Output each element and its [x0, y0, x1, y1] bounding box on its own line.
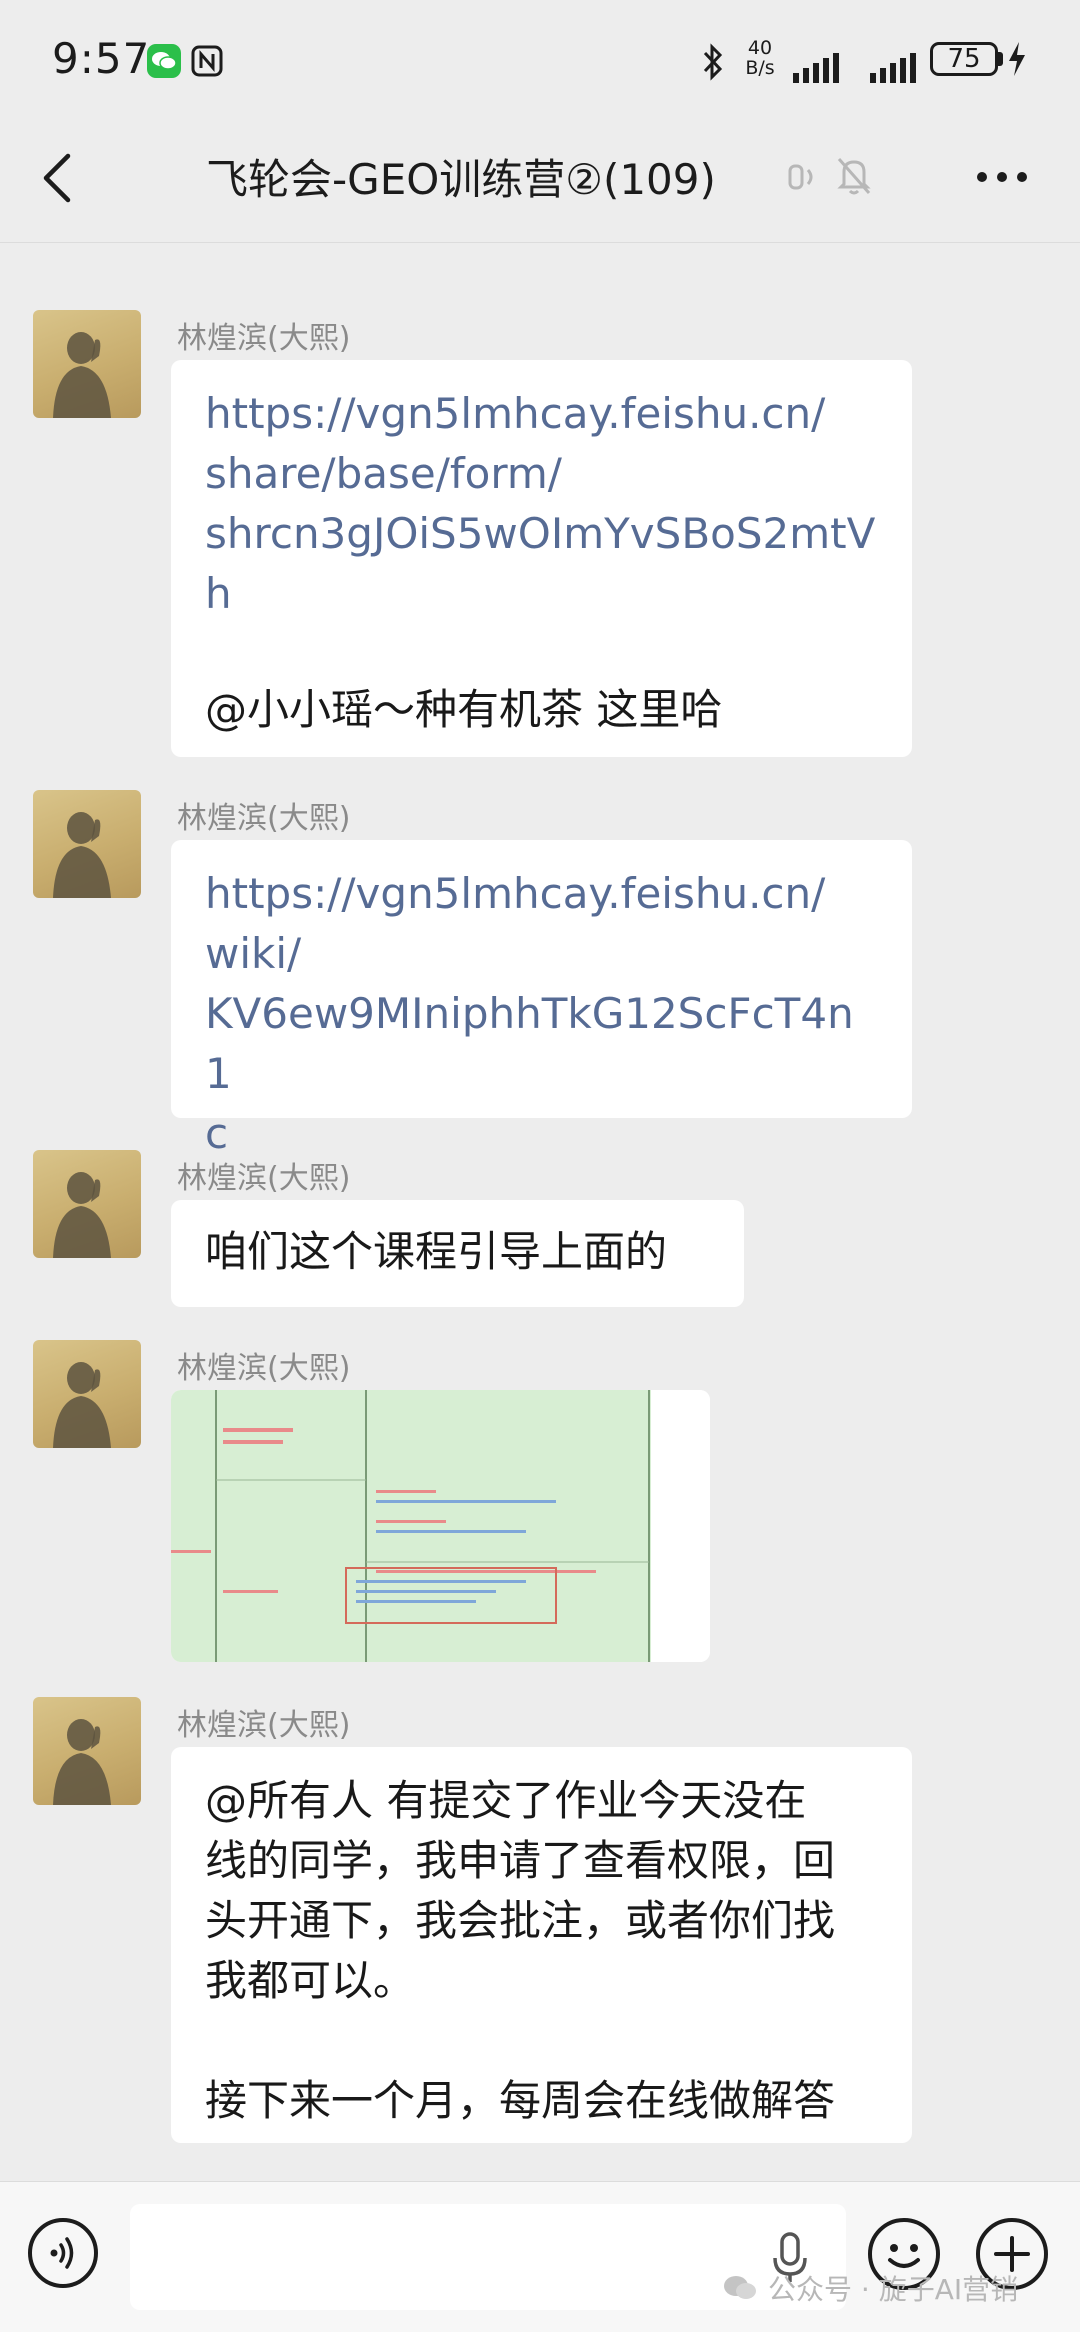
signal-strength-icon-2 — [870, 53, 916, 83]
sender-avatar[interactable] — [33, 310, 141, 418]
image-message[interactable] — [171, 1390, 710, 1662]
message-link[interactable]: https://vgn5lmhcay.feishu.cn/ share/base… — [205, 384, 878, 624]
status-bar: 9:57 40 B/s 75 — [0, 0, 1080, 120]
nfc-icon — [190, 44, 224, 78]
sender-avatar[interactable] — [33, 1150, 141, 1258]
bell-mute-icon — [837, 158, 871, 195]
message-text: @小小瑶～种有机茶 这里哈 — [205, 685, 723, 734]
message-text-line: 我都可以。 — [205, 1956, 416, 2005]
sender-name: 林煌滨(大熙) — [177, 1708, 351, 1743]
bluetooth-icon — [703, 43, 723, 81]
chat-title: 飞轮会-GEO训练营②(109) — [206, 155, 716, 204]
message-text-line: 线的同学，我申请了查看权限，回 — [205, 1836, 836, 1885]
message-text-line: 头开通下，我会批注，或者你们找 — [205, 1896, 836, 1945]
signal-strength-icon — [793, 53, 839, 83]
message-text-line: @所有人 有提交了作业今天没在 — [205, 1776, 807, 1825]
message-bubble[interactable]: 咱们这个课程引导上面的 — [171, 1200, 744, 1307]
earpiece-icon — [788, 164, 813, 190]
sender-name: 林煌滨(大熙) — [177, 801, 351, 836]
battery-tip — [998, 52, 1003, 66]
chevron-left-icon[interactable] — [38, 150, 78, 206]
message-text: 咱们这个课程引导上面的 — [205, 1227, 668, 1276]
voice-input-toggle[interactable] — [28, 2218, 98, 2288]
wechat-notification-icon — [147, 44, 181, 78]
message-link[interactable]: https://vgn5lmhcay.feishu.cn/ wiki/ KV6e… — [205, 864, 878, 1164]
message-bubble[interactable]: @所有人 有提交了作业今天没在 线的同学，我申请了查看权限，回 头开通下，我会批… — [171, 1747, 912, 2143]
wechat-logo-icon — [724, 2276, 756, 2299]
voice-wave-icon — [50, 2237, 74, 2269]
more-dots-icon[interactable] — [975, 170, 1029, 184]
charging-bolt-icon — [1009, 42, 1025, 76]
image-thumbnail — [171, 1390, 710, 1662]
sender-avatar[interactable] — [33, 790, 141, 898]
status-time: 9:57 — [52, 34, 151, 83]
sender-avatar[interactable] — [33, 1340, 141, 1448]
sender-name: 林煌滨(大熙) — [177, 1351, 351, 1386]
message-bubble[interactable]: https://vgn5lmhcay.feishu.cn/ wiki/ KV6e… — [171, 840, 912, 1158]
sender-name: 林煌滨(大熙) — [177, 1161, 351, 1196]
message-text-line: 接下来一个月，每周会在线做解答 — [205, 2076, 836, 2125]
watermark: 公众号 · 旋子AI营销 — [722, 2266, 1066, 2310]
sender-name: 林煌滨(大熙) — [177, 321, 351, 356]
watermark-text: 公众号 · 旋子AI营销 — [768, 2273, 1019, 2306]
network-speed: 40 B/s — [745, 37, 775, 79]
battery-indicator: 75 — [930, 42, 998, 76]
sender-avatar[interactable] — [33, 1697, 141, 1805]
message-bubble[interactable]: https://vgn5lmhcay.feishu.cn/ share/base… — [171, 360, 912, 757]
